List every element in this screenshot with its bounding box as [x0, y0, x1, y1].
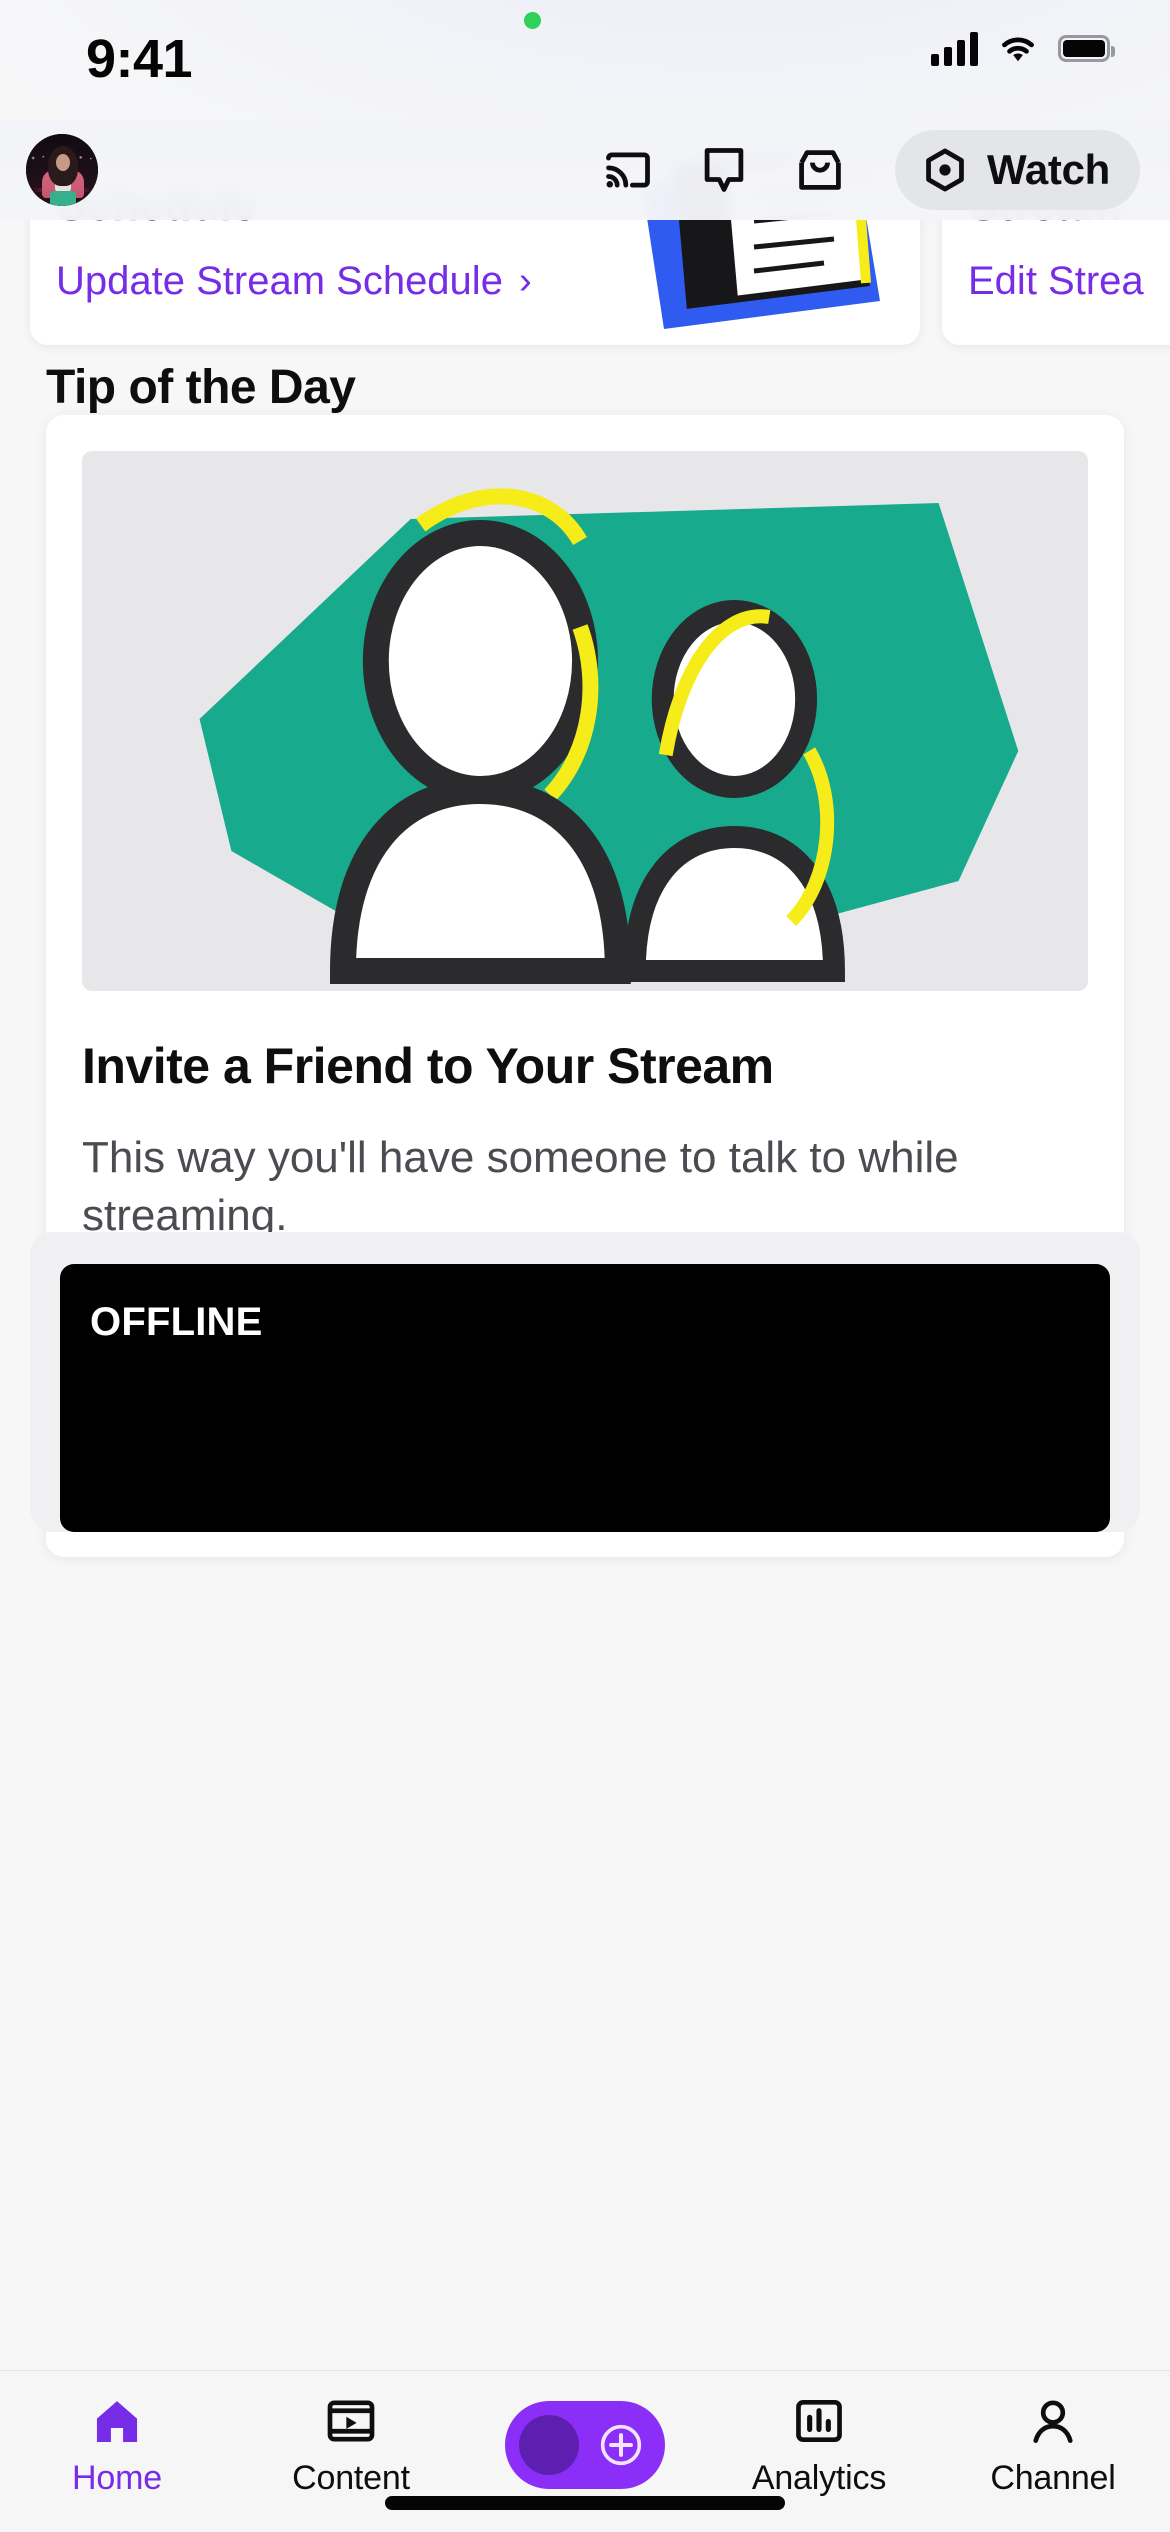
- green-recording-dot: [524, 12, 541, 29]
- chevron-right-icon: ›: [518, 260, 532, 302]
- go-live-knob: [519, 2415, 579, 2475]
- section-title-tip-of-the-day: Tip of the Day: [46, 361, 356, 414]
- app-header: Watch: [0, 120, 1170, 220]
- chat-bubble-icon[interactable]: [697, 143, 751, 197]
- status-bar: 9:41: [0, 0, 1170, 120]
- tip-heading: Invite a Friend to Your Stream: [82, 1038, 774, 1094]
- tab-content-label: Content: [292, 2459, 410, 2497]
- watch-button[interactable]: Watch: [895, 130, 1140, 210]
- edit-stream-label: Edit Strea: [968, 259, 1144, 303]
- status-time: 9:41: [86, 29, 193, 89]
- tab-analytics-label: Analytics: [751, 2459, 887, 2497]
- analytics-icon: [796, 2400, 842, 2442]
- channel-icon: [1033, 2400, 1073, 2443]
- scroll-content[interactable]: Schedule Update Stream Schedule ›: [0, 155, 1170, 2370]
- eye-icon: [926, 148, 964, 192]
- inbox-icon[interactable]: [793, 143, 847, 197]
- content-icon: [327, 2400, 375, 2442]
- tab-home[interactable]: Home: [0, 2371, 234, 2498]
- cellular-signal-icon: [931, 30, 978, 66]
- header-actions: Watch: [601, 130, 1140, 210]
- tab-go-live[interactable]: [468, 2371, 702, 2489]
- cast-icon[interactable]: [601, 143, 655, 197]
- stream-preview-panel: OFFLINE: [30, 1232, 1140, 1532]
- edit-stream-link[interactable]: Edit Strea: [968, 259, 1170, 304]
- update-stream-schedule-label: Update Stream Schedule: [56, 259, 503, 303]
- status-indicators: [931, 30, 1115, 66]
- wifi-icon: [1002, 37, 1034, 62]
- tab-channel-label: Channel: [990, 2459, 1116, 2497]
- avatar[interactable]: [26, 134, 98, 206]
- tip-paragraph-1: This way you'll have someone to talk to …: [82, 1133, 959, 1241]
- home-icon: [96, 2401, 138, 2442]
- tab-home-label: Home: [72, 2459, 162, 2497]
- tab-content[interactable]: Content: [234, 2371, 468, 2498]
- stream-video-area[interactable]: OFFLINE: [60, 1264, 1110, 1532]
- tab-analytics[interactable]: Analytics: [702, 2371, 936, 2498]
- two-people-illustration: [82, 451, 1088, 991]
- plus-icon: [600, 2424, 642, 2466]
- status-badge: OFFLINE: [90, 1300, 263, 1344]
- home-indicator[interactable]: [385, 2496, 785, 2510]
- go-live-button[interactable]: [505, 2401, 665, 2489]
- tab-channel[interactable]: Channel: [936, 2371, 1170, 2498]
- app-screen: 9:41 Watch Update Stream Schedule › Edit…: [0, 0, 1170, 2532]
- watch-label: Watch: [987, 146, 1110, 193]
- battery-full-icon: [1058, 34, 1115, 62]
- bottom-navigation: Home Content Analytics Channel: [0, 2370, 1170, 2532]
